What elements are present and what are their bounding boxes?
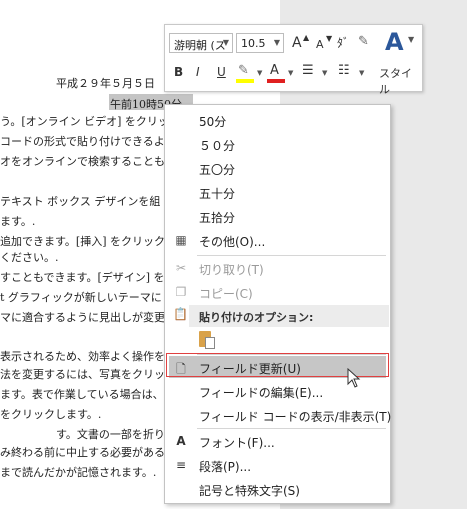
menu-item-label: その他(O)... [199, 235, 266, 249]
menu-item-label: フィールド コードの表示/非表示(T) [199, 410, 392, 424]
calendar-icon: ▦ [175, 233, 187, 247]
body-line: オをオンラインで検索することもで [0, 155, 176, 168]
menu-separator [197, 255, 386, 256]
clear-format-icon[interactable]: ﾀﾞ [337, 34, 349, 51]
menu-item-field-value[interactable]: 五拾分 [165, 205, 390, 229]
scissors-icon: ✂ [175, 261, 187, 275]
menu-item-label: 段落(P)... [199, 460, 252, 474]
menu-item-label: コピー(C) [199, 287, 253, 301]
font-size-combo[interactable]: 10.5 ▼ [236, 33, 284, 53]
body-line: ください。. [0, 251, 59, 264]
font-color-icon[interactable]: A [270, 63, 279, 78]
underline-button[interactable]: U [217, 65, 226, 79]
font-icon: A [176, 434, 186, 448]
menu-item-label: 切り取り(T) [199, 263, 264, 277]
format-painter-icon[interactable]: ✎ [358, 34, 369, 49]
menu-item-label: フィールドの編集(E)... [199, 386, 324, 400]
chevron-down-icon[interactable]: ▼ [274, 38, 280, 47]
paragraph-icon: ≡ [175, 458, 187, 472]
menu-item-label: フォント(F)... [199, 436, 275, 450]
grow-font-icon[interactable]: A [292, 35, 302, 51]
body-line: み終わる前に中止する必要がある [0, 446, 165, 459]
menu-item-field-value[interactable]: 五十分 [165, 181, 390, 205]
menu-item-copy[interactable]: ❐ コピー(C) [165, 281, 390, 305]
copy-icon: ❐ [175, 285, 187, 299]
chevron-down-icon[interactable]: ▼ [322, 69, 327, 77]
body-line: う。[オンライン ビデオ] をクリッ [0, 115, 169, 128]
menu-item-label: 五十分 [199, 187, 236, 201]
body-line: t グラフィックが新しいテーマに [0, 291, 162, 304]
paste-text-icon [205, 337, 215, 349]
menu-item-label: 50分 [199, 115, 227, 129]
menu-item-font[interactable]: A フォント(F)... [165, 430, 390, 454]
body-line: マに適合するように見出しが変更 [0, 311, 165, 324]
menu-item-field-value[interactable]: 50分 [165, 109, 390, 133]
body-line: 法を変更するには、写真をクリッ [0, 368, 165, 381]
body-line: まで読んだかが記憶されます。. [0, 466, 157, 479]
shrink-font-icon[interactable]: A [316, 38, 324, 51]
paste-options-label: 貼り付けのオプション: [199, 311, 314, 324]
body-line: 表示されるため、効率よく操作を [0, 350, 165, 363]
menu-item-symbols[interactable]: 記号と特殊文字(S) [165, 478, 390, 502]
chevron-down-icon[interactable]: ▼ [359, 69, 364, 77]
chevron-down-icon[interactable]: ▼ [223, 38, 229, 47]
italic-button[interactable]: I [196, 65, 200, 79]
font-color-bar [267, 79, 285, 83]
caret-down-icon: ▼ [326, 34, 333, 43]
menu-item-field-value[interactable]: ５０分 [165, 133, 390, 157]
menu-item-label: ５０分 [199, 139, 236, 153]
clipboard-icon: 📋 [173, 307, 188, 321]
body-line: コードの形式で貼り付けできるよう [0, 135, 176, 148]
menu-item-toggle-field-codes[interactable]: フィールド コードの表示/非表示(T) [165, 404, 392, 428]
highlighter-icon[interactable]: ✎ [238, 63, 249, 78]
caret-up-icon: ▲ [303, 33, 310, 42]
styles-icon[interactable]: A [385, 28, 404, 56]
date-line: 平成２９年５月５日 [56, 77, 155, 90]
bullets-icon[interactable]: ☰ [302, 63, 314, 78]
menu-item-other[interactable]: ▦ その他(O)... [165, 229, 390, 253]
highlight-color-bar [236, 79, 254, 83]
body-line: す。文書の一部を折りた [56, 428, 176, 441]
styles-label[interactable]: スタイル [379, 65, 422, 97]
mini-toolbar: 游明朝 (ス ▼ 10.5 ▼ A ▲ A ▼ ﾀﾞ ✎ B I U ✎ ▼ A… [164, 24, 423, 96]
body-line: ます。表で作業している場合は、 [0, 388, 164, 401]
body-line: すこともできます。[デザイン] を [0, 271, 165, 284]
body-line: ます。. [0, 215, 36, 228]
body-line: 追加できます。[挿入] をクリック [0, 235, 165, 248]
menu-item-paragraph[interactable]: ≡ 段落(P)... [165, 454, 390, 478]
menu-item-label: 記号と特殊文字(S) [199, 484, 300, 498]
menu-item-field-value[interactable]: 五〇分 [165, 157, 390, 181]
body-line: をクリックします。. [0, 408, 102, 421]
menu-item-label: 五〇分 [199, 163, 236, 177]
context-menu: 50分 ５０分 五〇分 五十分 五拾分 ▦ その他(O)... ✂ 切り取り(T… [164, 104, 391, 504]
chevron-down-icon[interactable]: ▼ [257, 69, 262, 77]
paste-options-header: 貼り付けのオプション: [189, 305, 389, 327]
font-name-combo[interactable]: 游明朝 (ス ▼ [169, 33, 233, 53]
menu-item-label: 五拾分 [199, 211, 236, 225]
menu-item-cut[interactable]: ✂ 切り取り(T) [165, 257, 390, 281]
body-line: テキスト ボックス デザインを組 [0, 195, 161, 208]
chevron-down-icon[interactable]: ▼ [288, 69, 293, 77]
bold-button[interactable]: B [174, 65, 183, 79]
menu-separator [197, 428, 386, 429]
chevron-down-icon[interactable]: ▼ [408, 35, 414, 44]
mouse-pointer-icon [347, 368, 361, 388]
font-size-value: 10.5 [241, 37, 266, 50]
paste-keep-text-button[interactable] [197, 329, 217, 351]
font-name-value: 游明朝 (ス [174, 39, 226, 52]
numbering-icon[interactable]: ☷ [338, 63, 350, 78]
